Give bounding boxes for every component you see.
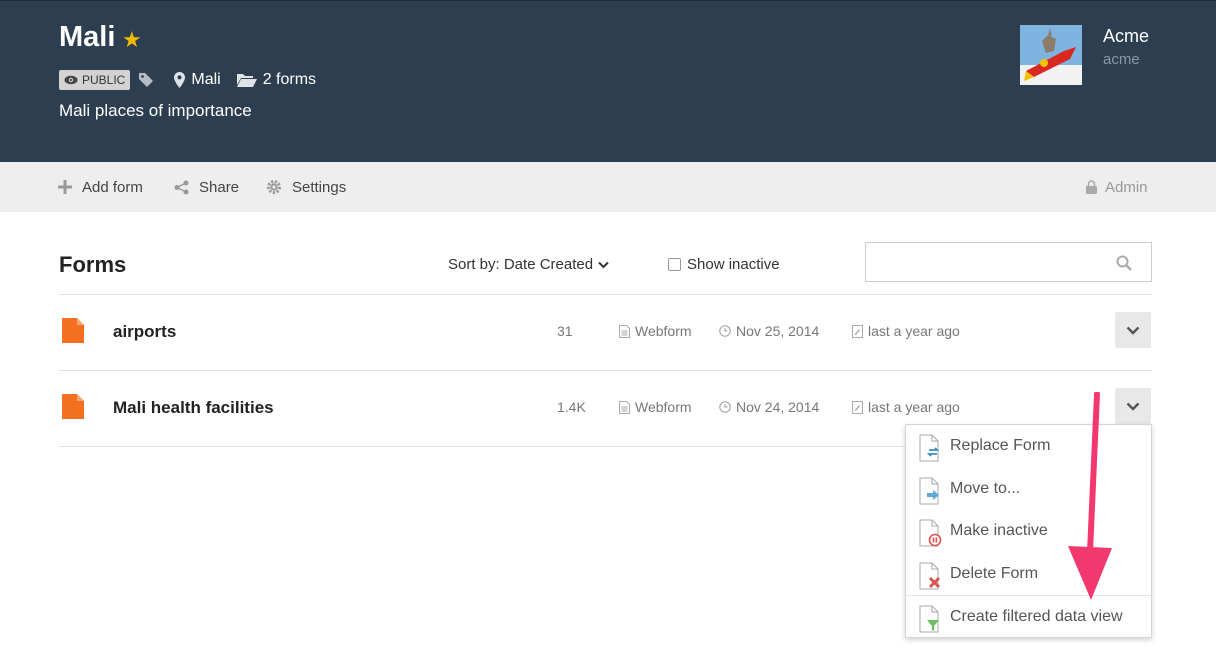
share-label: Share bbox=[199, 178, 240, 196]
admin-button[interactable]: Admin bbox=[1086, 162, 1148, 212]
form-menu-button[interactable] bbox=[1115, 312, 1151, 348]
owner-avatar[interactable] bbox=[1020, 25, 1082, 85]
eye-icon bbox=[64, 75, 78, 85]
form-created-label: Nov 24, 2014 bbox=[736, 399, 820, 415]
owner-username: acme bbox=[1103, 51, 1140, 68]
file-edit-icon bbox=[852, 400, 863, 414]
share-button[interactable]: Share bbox=[174, 162, 239, 212]
document-icon bbox=[619, 400, 630, 414]
chevron-down-icon bbox=[1126, 326, 1140, 335]
tag-icon[interactable] bbox=[138, 72, 154, 88]
form-name[interactable]: airports bbox=[113, 322, 176, 342]
annotation-arrow-icon bbox=[1068, 392, 1112, 600]
project-toolbar: Add form Share Settings Admin bbox=[0, 162, 1216, 212]
move-form-icon bbox=[919, 477, 943, 510]
menu-item-label: Create filtered data view bbox=[950, 608, 1123, 625]
form-created-date: Nov 25, 2014 bbox=[719, 323, 819, 339]
document-icon bbox=[619, 324, 630, 338]
chevron-down-icon bbox=[598, 261, 609, 269]
show-inactive-toggle[interactable]: Show inactive bbox=[668, 256, 780, 273]
form-submission-count: 1.4K bbox=[557, 399, 586, 415]
form-row[interactable]: airports 31 Webform Nov 25, 2014 last a … bbox=[0, 295, 1216, 371]
project-description: Mali places of importance bbox=[59, 101, 252, 120]
form-type-label: Webform bbox=[635, 399, 692, 415]
filter-view-icon bbox=[919, 605, 943, 638]
share-icon bbox=[174, 180, 189, 195]
menu-item-label: Move to... bbox=[950, 480, 1021, 497]
sort-label: Sort by: Date Created bbox=[448, 256, 594, 273]
form-name[interactable]: Mali health facilities bbox=[113, 398, 274, 418]
form-file-icon bbox=[62, 318, 84, 348]
delete-form-icon bbox=[919, 562, 943, 595]
owner-name[interactable]: Acme bbox=[1103, 26, 1149, 47]
location-label: Mali bbox=[191, 71, 221, 88]
clock-icon bbox=[719, 401, 731, 413]
form-modified-label: last a year ago bbox=[868, 399, 960, 415]
star-icon[interactable]: ★ bbox=[122, 29, 142, 51]
lock-icon bbox=[1086, 180, 1097, 194]
project-meta: PUBLIC Mali 2 forms bbox=[59, 69, 332, 91]
menu-item-label: Make inactive bbox=[950, 522, 1048, 539]
sort-dropdown[interactable]: Sort by: Date Created bbox=[448, 256, 609, 273]
form-last-modified: last a year ago bbox=[852, 323, 960, 339]
show-inactive-checkbox[interactable] bbox=[668, 258, 681, 271]
plus-icon bbox=[58, 180, 72, 194]
search-icon[interactable] bbox=[1116, 255, 1132, 276]
menu-item-label: Replace Form bbox=[950, 437, 1051, 454]
forms-heading: Forms bbox=[59, 252, 127, 277]
clock-icon bbox=[719, 325, 731, 337]
visibility-badge: PUBLIC bbox=[59, 70, 131, 90]
project-header: Mali ★ PUBLIC Mali 2 forms Mali places o… bbox=[0, 0, 1216, 162]
form-type: Webform bbox=[619, 399, 692, 415]
add-form-label: Add form bbox=[82, 178, 143, 196]
form-created-label: Nov 25, 2014 bbox=[736, 323, 820, 339]
visibility-label: PUBLIC bbox=[82, 73, 126, 87]
chevron-down-icon bbox=[1126, 402, 1140, 411]
form-menu-button[interactable] bbox=[1115, 388, 1151, 424]
admin-label: Admin bbox=[1105, 178, 1148, 196]
form-type: Webform bbox=[619, 323, 692, 339]
file-edit-icon bbox=[852, 324, 863, 338]
settings-label: Settings bbox=[292, 178, 347, 196]
replace-form-icon bbox=[919, 434, 943, 467]
settings-button[interactable]: Settings bbox=[266, 162, 346, 212]
form-last-modified: last a year ago bbox=[852, 399, 960, 415]
form-submission-count: 31 bbox=[557, 323, 573, 339]
form-created-date: Nov 24, 2014 bbox=[719, 399, 819, 415]
project-forms-count: 2 forms bbox=[236, 71, 317, 89]
project-title: Mali bbox=[59, 21, 116, 53]
menu-item-label: Delete Form bbox=[950, 565, 1039, 582]
folder-open-icon bbox=[236, 73, 257, 87]
add-form-button[interactable]: Add form bbox=[58, 162, 143, 212]
make-inactive-icon bbox=[919, 519, 943, 552]
forms-count-label: 2 forms bbox=[262, 71, 317, 88]
form-file-icon bbox=[62, 394, 84, 424]
show-inactive-label: Show inactive bbox=[687, 256, 780, 273]
search-input[interactable] bbox=[865, 242, 1152, 282]
form-type-label: Webform bbox=[635, 323, 692, 339]
form-modified-label: last a year ago bbox=[868, 323, 960, 339]
map-marker-icon bbox=[174, 72, 186, 88]
gear-icon bbox=[266, 179, 282, 195]
project-location: Mali bbox=[174, 71, 221, 89]
